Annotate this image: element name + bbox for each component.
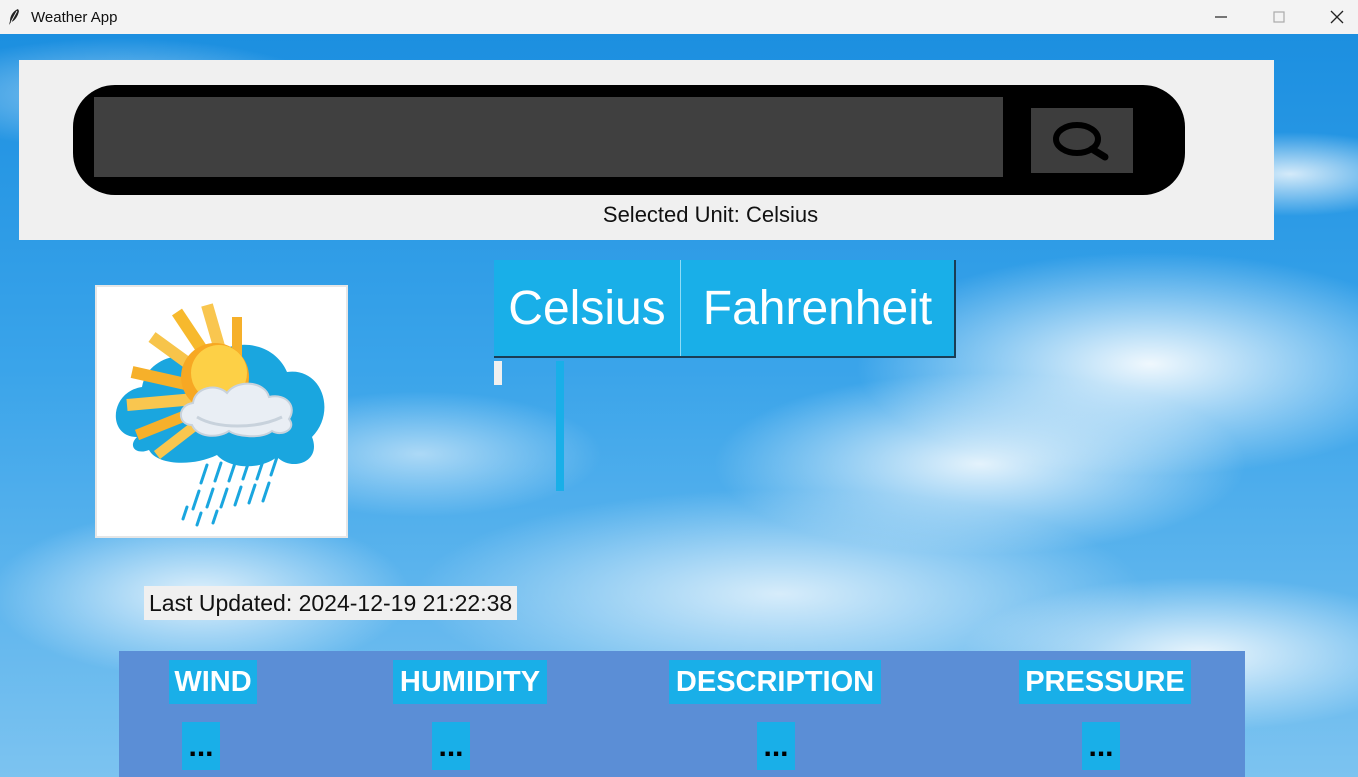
- wind-label: WIND: [169, 660, 257, 704]
- window-title: Weather App: [31, 8, 118, 26]
- humidity-value: ...: [432, 722, 470, 770]
- divider: [494, 361, 502, 385]
- description-value: ...: [757, 722, 795, 770]
- wind-value: ...: [182, 722, 220, 770]
- celsius-button[interactable]: Celsius: [494, 260, 681, 356]
- fahrenheit-button[interactable]: Fahrenheit: [681, 260, 954, 356]
- minimize-button[interactable]: [1192, 0, 1250, 34]
- selected-unit-label: Selected Unit: Celsius: [602, 202, 819, 227]
- feather-icon: [9, 9, 19, 25]
- weather-info-bar: WIND HUMIDITY DESCRIPTION PRESSURE ... .…: [119, 651, 1245, 777]
- pressure-value: ...: [1082, 722, 1120, 770]
- last-updated-label: Last Updated: 2024-12-19 21:22:38: [144, 586, 518, 620]
- maximize-button[interactable]: [1250, 0, 1308, 34]
- maximize-icon: [1273, 11, 1285, 23]
- search-button[interactable]: [1031, 108, 1133, 173]
- divider: [556, 361, 564, 491]
- close-button[interactable]: [1308, 0, 1358, 34]
- humidity-label: HUMIDITY: [393, 660, 547, 704]
- pressure-label: PRESSURE: [1019, 660, 1191, 704]
- close-icon: [1330, 10, 1344, 24]
- description-label: DESCRIPTION: [669, 660, 881, 704]
- city-search-input[interactable]: [94, 97, 1003, 177]
- unit-toggle: Celsius Fahrenheit: [494, 260, 956, 358]
- search-bar: [73, 85, 1185, 195]
- title-bar: Weather App: [0, 0, 1358, 34]
- sun-cloud-rain-icon: [115, 303, 325, 527]
- weather-image: [95, 285, 348, 538]
- search-panel: Selected Unit: Celsius: [19, 60, 1274, 240]
- minimize-icon: [1215, 16, 1227, 18]
- search-icon: [1053, 121, 1109, 160]
